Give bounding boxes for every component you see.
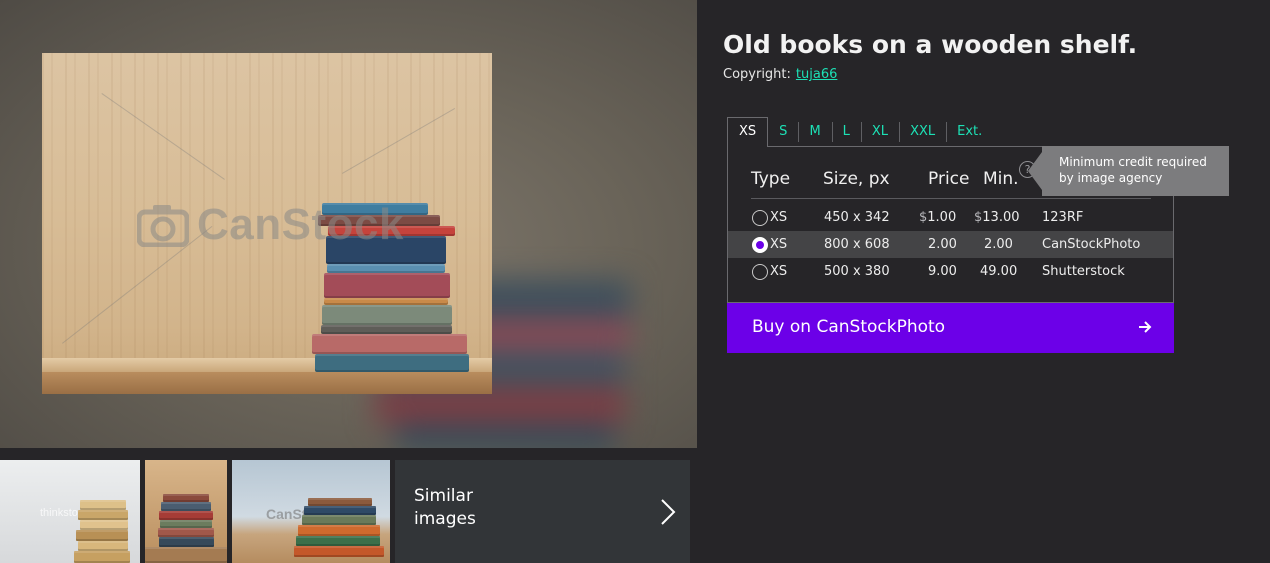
book	[145, 547, 227, 563]
radio-button[interactable]	[752, 210, 768, 226]
copyright-label: Copyright:	[723, 67, 791, 82]
book	[78, 541, 128, 551]
price-value: 2.00	[928, 237, 957, 252]
copyright-line: Copyright: tuja66	[723, 67, 837, 82]
tooltip-line: Minimum credit required	[1059, 155, 1207, 169]
min-cell: 2.00	[984, 237, 1013, 252]
chevron-right-icon	[661, 499, 676, 525]
type-cell: XS	[770, 264, 788, 279]
watermark-line	[101, 93, 225, 180]
buy-button[interactable]: Buy on CanStockPhoto	[727, 303, 1174, 353]
price-value: 9.00	[928, 264, 957, 279]
column-header-price: Price	[928, 169, 970, 189]
tooltip: Minimum credit required by image agency	[1028, 146, 1229, 196]
tab-m[interactable]: M	[798, 117, 831, 147]
price-cell: 2.00	[928, 237, 957, 252]
min-cell: $13.00	[974, 210, 1020, 225]
tab-l[interactable]: L	[831, 117, 861, 147]
source-cell: 123RF	[1042, 210, 1084, 225]
book	[80, 520, 128, 530]
watermark-line	[342, 108, 456, 174]
buy-button-label: Buy on CanStockPhoto	[752, 317, 946, 337]
column-header-size: Size, px	[823, 169, 890, 189]
book	[298, 525, 380, 536]
book	[304, 506, 376, 515]
book	[302, 515, 376, 525]
shelf-front	[42, 372, 492, 394]
book	[321, 325, 452, 334]
watermark: CanStock	[137, 200, 404, 250]
camera-icon	[137, 205, 189, 247]
size-cell: 500 x 380	[824, 264, 890, 279]
price-cell: $1.00	[919, 210, 956, 225]
radio-button[interactable]	[752, 264, 768, 280]
column-header-type: Type	[751, 169, 791, 189]
book	[327, 264, 445, 273]
table-row[interactable]: XS 800 x 608 2.00 2.00 CanStockPhoto	[728, 231, 1173, 258]
size-cell: 450 x 342	[824, 210, 890, 225]
size-cell: 800 x 608	[824, 237, 890, 252]
book	[308, 498, 372, 506]
type-cell: XS	[770, 237, 788, 252]
price-cell: 9.00	[928, 264, 957, 279]
type-cell: XS	[770, 210, 788, 225]
tab-xs[interactable]: XS	[727, 117, 769, 147]
book	[159, 537, 214, 547]
book	[322, 305, 452, 325]
similar-images-label: Similar images	[414, 486, 476, 529]
min-value: 13.00	[982, 210, 1020, 225]
book	[324, 298, 448, 305]
similar-images-button[interactable]: Similar images	[395, 460, 690, 563]
author-link[interactable]: tuja66	[796, 67, 837, 82]
book	[312, 334, 467, 354]
price-value: 1.00	[927, 210, 957, 225]
image-title: Old books on a wooden shelf.	[723, 30, 1138, 59]
book	[294, 546, 384, 557]
book	[161, 502, 211, 511]
book	[74, 551, 130, 563]
min-value: 49.00	[980, 264, 1018, 279]
tab-xxl[interactable]: XXL	[899, 117, 946, 147]
source-cell: Shutterstock	[1042, 264, 1125, 279]
thumbnail[interactable]: thinkstock	[0, 460, 140, 563]
book	[296, 536, 380, 546]
size-tabs: XS S M L XL XXL Ext.	[727, 117, 993, 147]
book	[159, 511, 213, 520]
table-row[interactable]: XS 450 x 342 $1.00 $13.00 123RF	[728, 204, 1173, 231]
watermark-text: CanStock	[197, 200, 404, 249]
main-photo[interactable]: CanStock	[42, 53, 492, 394]
table-row[interactable]: XS 500 x 380 9.00 49.00 Shutterstock	[728, 258, 1173, 285]
book	[80, 500, 126, 510]
tooltip-line: by image agency	[1059, 171, 1163, 185]
book	[324, 273, 450, 298]
column-header-min: Min.	[983, 169, 1019, 189]
tab-xl[interactable]: XL	[860, 117, 899, 147]
min-cell: 49.00	[980, 264, 1017, 279]
min-value: 2.00	[984, 237, 1013, 252]
book	[78, 510, 128, 520]
radio-button[interactable]	[752, 237, 768, 253]
thumbnail[interactable]: CanStock	[232, 460, 390, 563]
book	[163, 494, 209, 502]
thumbnail[interactable]	[145, 460, 227, 563]
tab-s[interactable]: S	[768, 117, 798, 147]
book	[76, 530, 128, 541]
source-cell: CanStockPhoto	[1042, 237, 1141, 252]
image-preview-area: CanStock	[0, 0, 697, 448]
book	[315, 354, 469, 372]
book	[158, 528, 214, 537]
arrow-right-icon	[1139, 321, 1152, 333]
tab-ext[interactable]: Ext.	[946, 117, 993, 147]
book	[160, 520, 212, 528]
